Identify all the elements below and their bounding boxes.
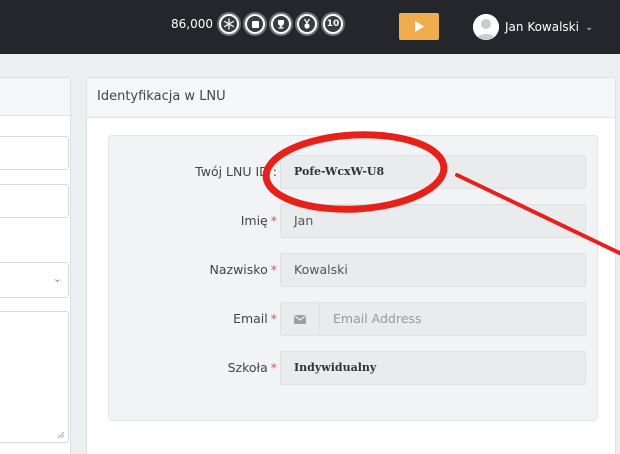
user-menu[interactable]: Jan Kowalski ⌄ (473, 14, 593, 40)
required-mark: * (270, 360, 277, 375)
last-name-row: Nazwisko * Kowalski (109, 253, 597, 287)
medal-icon (299, 16, 315, 32)
last-name-field[interactable]: Kowalski (280, 253, 586, 287)
school-field[interactable]: Indywidualny (280, 351, 586, 385)
email-row: Email * Email Address (109, 302, 597, 336)
square-badge-icon[interactable] (243, 12, 267, 36)
resize-handle-icon[interactable] (57, 431, 65, 439)
required-mark: * (270, 311, 277, 326)
left-select[interactable]: ⌄ (0, 262, 69, 298)
ten-badge-label: 10 (325, 16, 341, 32)
ten-badge-icon[interactable]: 10 (321, 12, 345, 36)
required-mark: * (270, 213, 277, 228)
play-icon (415, 21, 424, 32)
identity-form: Twój LNU ID : Pofe-WcxW-U8 Imię * Jan Naz… (108, 135, 598, 421)
chevron-down-icon: ⌄ (584, 21, 594, 33)
snowflake-badge-icon[interactable] (217, 12, 241, 36)
lnu-id-row: Twój LNU ID : Pofe-WcxW-U8 (109, 155, 597, 189)
avatar (473, 14, 499, 40)
user-avatar-icon (473, 14, 499, 40)
trophy-badge-icon[interactable] (269, 12, 293, 36)
panel-title: Identyfikacja w LNU (97, 89, 226, 104)
user-name: Jan Kowalski (505, 20, 579, 34)
envelope-icon (293, 314, 306, 324)
badge-list: 10 (217, 12, 345, 38)
top-bar: 86,000 10 Jan Kowalski ⌄ (0, 0, 620, 54)
first-name-field[interactable]: Jan (280, 204, 586, 238)
school-row: Szkoła * Indywidualny (109, 351, 597, 385)
chevron-down-icon: ⌄ (52, 272, 62, 285)
snowflake-icon (221, 16, 237, 32)
panel-header: Identyfikacja w LNU (87, 78, 615, 118)
left-input-1[interactable] (0, 136, 69, 170)
identity-panel: Identyfikacja w LNU Twój LNU ID : Pofe-W… (86, 77, 616, 454)
required-mark: * (270, 262, 277, 277)
email-label: Email * (233, 311, 277, 326)
points-counter: 86,000 (171, 17, 213, 31)
play-button[interactable] (399, 13, 439, 40)
lnu-id-field[interactable]: Pofe-WcxW-U8 (280, 155, 586, 189)
last-name-label: Nazwisko * (209, 262, 277, 277)
lnu-id-label: Twój LNU ID : (195, 164, 277, 179)
trophy-icon (273, 16, 289, 32)
medal-badge-icon[interactable] (295, 12, 319, 36)
left-panel-header (0, 78, 70, 116)
school-label: Szkoła * (227, 360, 277, 375)
email-addon (280, 302, 320, 336)
left-input-2[interactable] (0, 184, 69, 218)
first-name-label: Imię * (240, 213, 277, 228)
stop-square-icon (247, 16, 263, 32)
left-textarea[interactable] (0, 311, 69, 443)
first-name-row: Imię * Jan (109, 204, 597, 238)
email-field[interactable]: Email Address (280, 302, 586, 336)
